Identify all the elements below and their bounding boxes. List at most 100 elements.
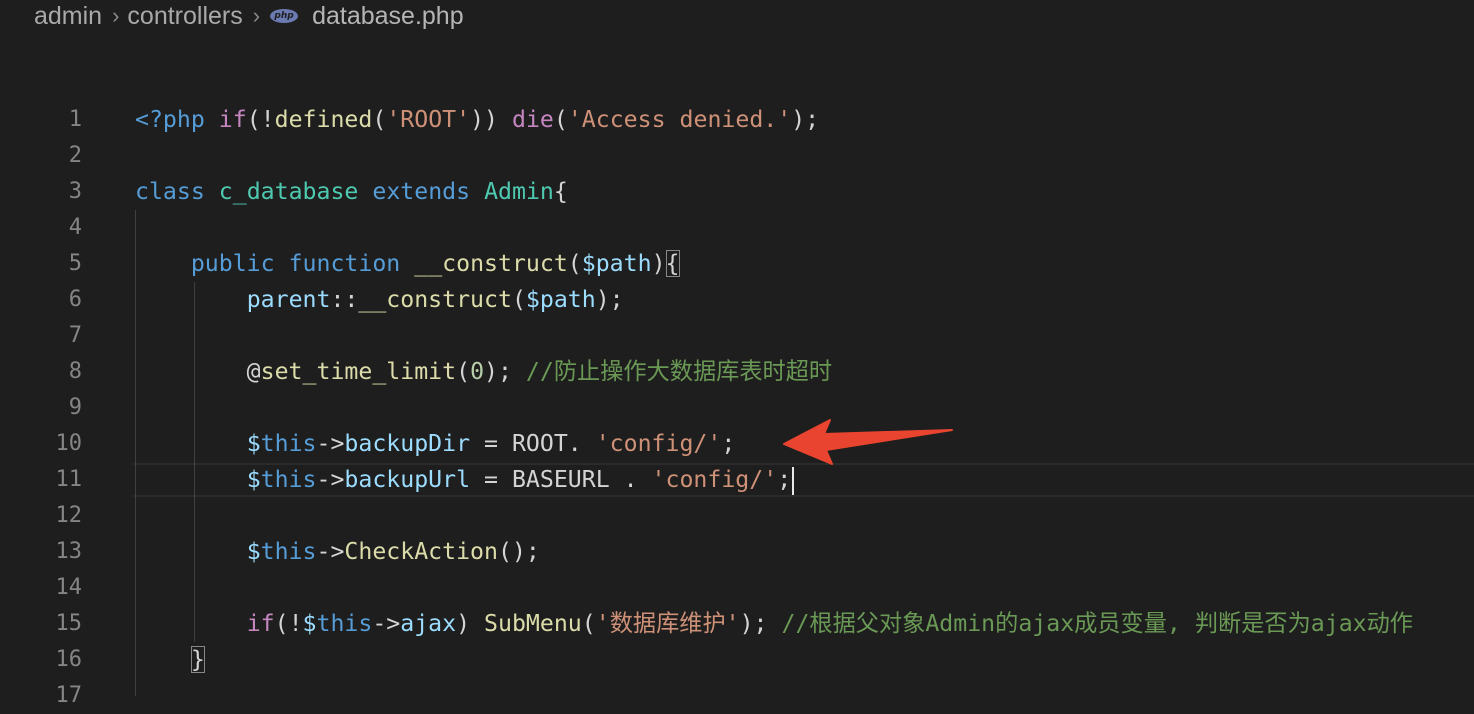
code-token: //根据父对象Admin的ajax成员变量, 判断是否为ajax动作 xyxy=(781,610,1413,637)
chevron-right-icon: › xyxy=(112,3,120,28)
code-token: )) xyxy=(470,106,512,133)
breadcrumb-segment-controllers[interactable]: controllers xyxy=(127,2,242,31)
red-arrow-icon xyxy=(783,419,953,465)
line-number: 12 xyxy=(55,503,83,528)
line-number: 10 xyxy=(55,431,83,456)
code-token: $path xyxy=(581,250,652,277)
code-line[interactable]: 11 $this->backupUrl = BASEURL . 'config/… xyxy=(0,462,1474,498)
code-token: $ xyxy=(302,610,317,637)
code-line[interactable]: 15 if(!$this->ajax) SubMenu('数据库维护'); //… xyxy=(0,606,1474,642)
code-token: ( xyxy=(581,610,596,637)
code-token: ( xyxy=(372,106,387,133)
code-line[interactable]: 8 @set_time_limit(0); //防止操作大数据库表时超时 xyxy=(0,354,1474,390)
line-number: 17 xyxy=(55,683,83,708)
breadcrumb-file[interactable]: database.php xyxy=(312,2,464,31)
code-token: ajax xyxy=(400,610,457,637)
code-token: $ xyxy=(246,466,261,493)
code-line[interactable]: 10 $this->backupDir = ROOT. 'config/'; xyxy=(0,426,1474,462)
code-token: ) xyxy=(456,610,485,637)
code-token: public xyxy=(190,250,275,277)
code-line[interactable]: 5 public function __construct($path){ xyxy=(0,246,1474,282)
code-text[interactable]: public function __construct($path){ xyxy=(135,246,680,282)
code-line[interactable]: 9 xyxy=(0,390,1474,426)
line-number: 3 xyxy=(68,179,82,204)
code-text[interactable]: if(!$this->ajax) SubMenu('数据库维护'); //根据父… xyxy=(135,606,1413,642)
code-token: ( xyxy=(567,250,582,277)
code-text[interactable]: $this->backupDir = ROOT. 'config/'; xyxy=(135,426,736,462)
code-line[interactable]: 2 xyxy=(0,138,1474,174)
code-token: Admin xyxy=(484,178,554,205)
code-line[interactable]: 1 <?php if(!defined('ROOT')) die('Access … xyxy=(0,102,1474,138)
code-token: $ xyxy=(246,538,261,565)
code-text[interactable]: } xyxy=(135,642,205,678)
code-token: (! xyxy=(274,610,303,637)
line-number: 7 xyxy=(68,323,82,348)
code-line[interactable]: 16 } xyxy=(0,642,1474,678)
line-number: 13 xyxy=(55,539,83,564)
code-token: c_database xyxy=(218,178,359,205)
code-line[interactable]: 6 parent::__construct($path); xyxy=(0,282,1474,318)
breadcrumb: admin › controllers › php database.php xyxy=(34,0,464,32)
code-text[interactable]: <?php if(!defined('ROOT')) die('Access d… xyxy=(135,102,819,138)
line-number: 2 xyxy=(68,143,82,168)
code-token: parent xyxy=(246,286,331,313)
breadcrumb-segment-admin[interactable]: admin xyxy=(34,2,102,31)
code-line[interactable]: 13 $this->CheckAction(); xyxy=(0,534,1474,570)
code-token: ( xyxy=(456,358,471,385)
code-token: ); xyxy=(595,286,624,313)
code-token: 0 xyxy=(470,358,485,385)
code-token: ); xyxy=(791,106,820,133)
code-token: this xyxy=(316,610,373,637)
code-token: CheckAction xyxy=(344,538,498,565)
code-token: ( xyxy=(553,106,568,133)
line-number: 5 xyxy=(68,251,82,276)
code-line[interactable]: 12 xyxy=(0,498,1474,534)
code-token: ; xyxy=(721,430,736,457)
code-token: :: xyxy=(330,286,359,313)
code-token: ( xyxy=(511,286,526,313)
code-token: //防止操作大数据库表时超时 xyxy=(525,358,833,385)
code-token: (); xyxy=(497,538,540,565)
code-text[interactable]: $this->CheckAction(); xyxy=(135,534,540,570)
code-text[interactable]: parent::__construct($path); xyxy=(135,282,624,318)
code-token: 'config/' xyxy=(651,466,778,493)
code-line[interactable]: 14 xyxy=(0,570,1474,606)
code-token: die xyxy=(511,106,554,133)
line-number: 11 xyxy=(55,467,83,492)
code-token: '数据库维护' xyxy=(595,610,740,637)
code-line[interactable]: 17 xyxy=(0,678,1474,714)
code-token: { xyxy=(553,178,568,205)
code-token: this xyxy=(260,430,317,457)
code-token: __construct xyxy=(358,286,512,313)
code-line[interactable]: 3 class c_database extends Admin{ xyxy=(0,174,1474,210)
code-token: <?php xyxy=(135,106,205,133)
code-token: -> xyxy=(316,466,345,493)
code-token: set_time_limit xyxy=(260,358,457,385)
line-number: 15 xyxy=(55,611,83,636)
code-line[interactable]: 7 xyxy=(0,318,1474,354)
line-number: 4 xyxy=(68,215,82,240)
code-token: -> xyxy=(372,610,401,637)
code-token: defined xyxy=(274,106,373,133)
php-file-icon: php xyxy=(270,9,299,23)
code-token: backupUrl xyxy=(344,466,471,493)
code-token: -> xyxy=(316,430,345,457)
code-token: } xyxy=(190,646,205,673)
code-token: this xyxy=(260,538,317,565)
code-token: @ xyxy=(135,358,261,385)
code-token: this xyxy=(260,466,317,493)
code-line[interactable]: 4 xyxy=(0,210,1474,246)
code-text[interactable]: @set_time_limit(0); //防止操作大数据库表时超时 xyxy=(135,354,832,390)
code-token: = ROOT. xyxy=(470,430,596,457)
code-token: extends xyxy=(372,178,471,205)
code-token: if xyxy=(218,106,247,133)
code-text[interactable]: class c_database extends Admin{ xyxy=(135,174,568,210)
code-text[interactable]: $this->backupUrl = BASEURL . 'config/'; xyxy=(135,462,795,498)
